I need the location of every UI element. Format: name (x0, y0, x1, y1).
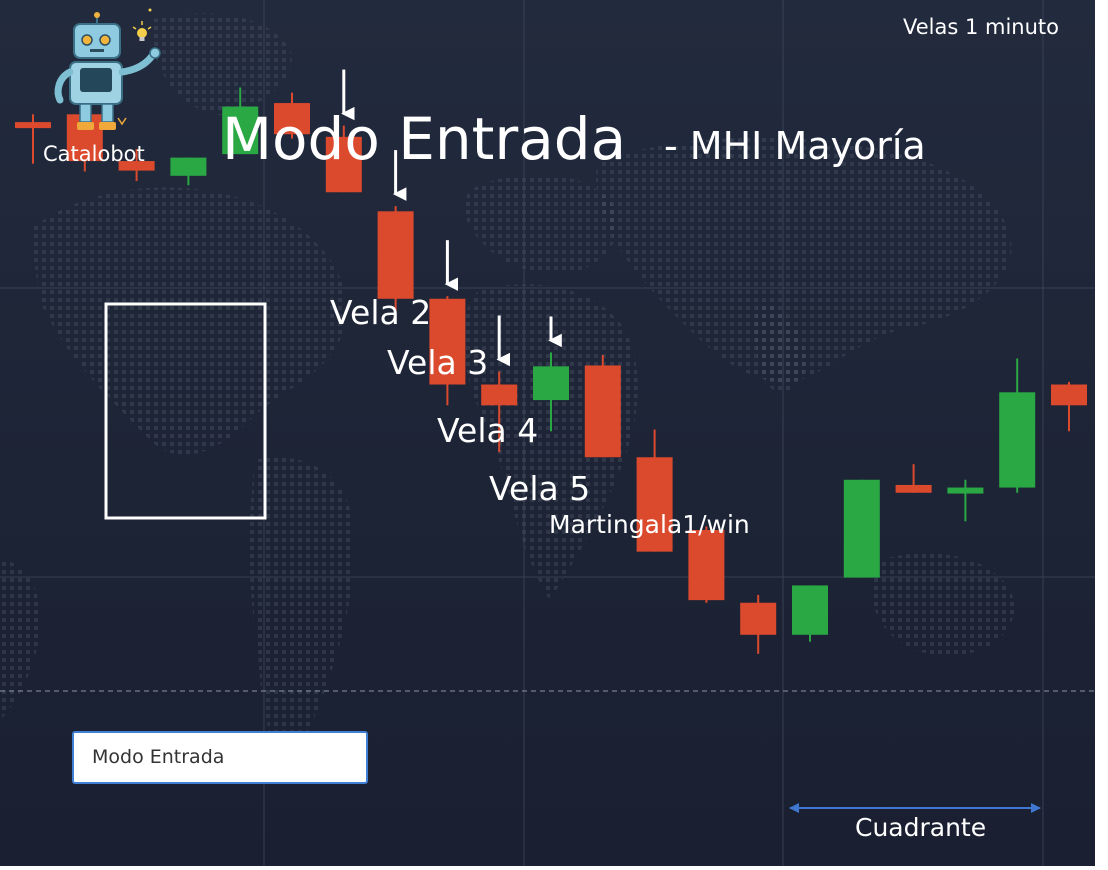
martingala-label: Martingala1/win (549, 510, 750, 539)
lightbulb-icon (132, 8, 152, 41)
candle-body (895, 484, 932, 493)
vela-3-label: Vela 3 (387, 343, 489, 382)
candle-16 (792, 585, 828, 642)
vela-4-label: Vela 4 (437, 411, 539, 450)
vela-2-label: Vela 2 (330, 293, 432, 332)
candle-body (792, 585, 828, 635)
candle-body (15, 122, 51, 129)
candle-12 (584, 355, 621, 458)
brand-name: Catalobot (43, 142, 145, 166)
page-subtitle: - MHI Mayoría (664, 124, 926, 168)
candle-body (999, 392, 1036, 488)
candle-15 (740, 594, 777, 654)
candle-body (688, 529, 725, 601)
candle-body (377, 211, 414, 299)
candle-body (584, 365, 621, 458)
candle-body (843, 479, 880, 578)
chart-stage: Velas 1 minuto Catalobot Modo Entrada - … (0, 0, 1095, 866)
cuadrante-label: Cuadrante (855, 813, 987, 842)
page-title: Modo Entrada (222, 105, 627, 173)
candle-18 (895, 464, 932, 493)
candle-21 (1051, 381, 1087, 432)
candle-17 (843, 479, 880, 578)
candle-body (481, 384, 518, 406)
candle-19 (947, 479, 984, 522)
candle-4 (170, 157, 207, 186)
candle-body (1051, 384, 1087, 406)
vela-5-label: Vela 5 (489, 469, 591, 508)
candle-body (740, 602, 777, 635)
mode-entry-field[interactable]: Modo Entrada (72, 731, 368, 784)
candle-body (533, 366, 569, 401)
timeframe-label: Velas 1 minuto (903, 15, 1060, 39)
candle-body (170, 157, 207, 176)
candle-body (947, 487, 984, 494)
candle-20 (999, 358, 1036, 493)
